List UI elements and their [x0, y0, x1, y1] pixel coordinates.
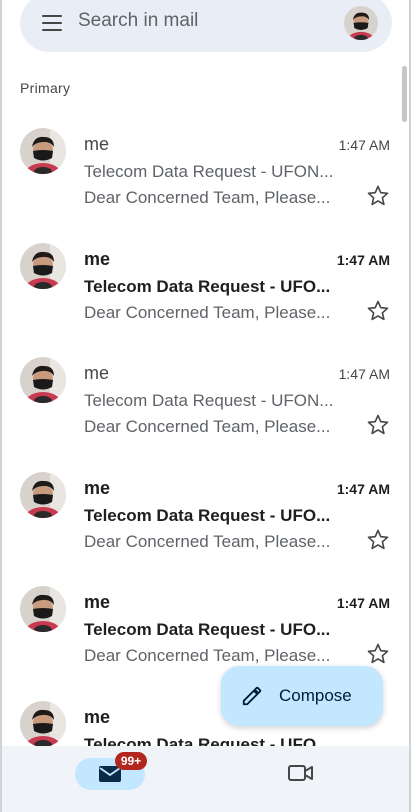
star-icon[interactable] — [366, 413, 390, 437]
section-label-primary: Primary — [20, 80, 71, 96]
sender-avatar[interactable] — [20, 242, 66, 289]
star-icon[interactable] — [366, 642, 390, 666]
email-preview: Dear Concerned Team, Please... — [84, 417, 331, 436]
account-avatar[interactable] — [344, 6, 378, 40]
email-sender: me — [84, 592, 111, 612]
email-sender: me — [84, 363, 110, 383]
star-icon[interactable] — [366, 299, 390, 323]
email-subject: Telecom Data Request - UFO... — [84, 505, 331, 525]
star-icon[interactable] — [366, 184, 390, 208]
email-preview: Dear Concerned Team, Please... — [84, 646, 331, 665]
mail-icon — [99, 766, 121, 782]
scrollbar[interactable] — [402, 66, 407, 122]
gmail-inbox-screen: Search in mail Primary me 1:47 AM Telecom … — [0, 0, 411, 812]
sender-avatar[interactable] — [20, 357, 66, 403]
email-list-item[interactable]: me 1:47 AM Telecom Data Request - UFO... De… — [2, 229, 402, 344]
email-sender: me — [84, 706, 111, 727]
sender-avatar[interactable] — [20, 128, 66, 174]
email-subject: Telecom Data Request - UFO... — [84, 620, 331, 639]
compose-button[interactable]: Compose — [221, 666, 383, 726]
sender-avatar[interactable] — [20, 700, 66, 747]
sender-avatar[interactable] — [20, 586, 66, 632]
search-input[interactable]: Search in mail — [78, 10, 198, 32]
sender-avatar[interactable] — [20, 471, 66, 518]
email-preview: Dear Concerned Team, Please... — [84, 188, 331, 207]
email-preview: Dear Concerned Team, Please... — [84, 531, 331, 551]
star-icon[interactable] — [366, 528, 390, 552]
email-list-item[interactable]: me 1:47 AM Telecom Data Request - UFON... D… — [2, 343, 402, 458]
email-subject: Telecom Data Request - UFON... — [84, 162, 334, 181]
search-bar[interactable]: Search in mail — [20, 0, 392, 52]
pencil-icon — [242, 686, 262, 706]
nav-mail-tab[interactable]: 99+ — [75, 752, 147, 790]
email-list-item[interactable]: me 1:47 AM Telecom Data Request - UFON... D… — [2, 114, 402, 229]
email-time: 1:47 AM — [338, 137, 390, 153]
email-time: 1:47 AM — [338, 366, 390, 382]
unread-count-badge: 99+ — [115, 752, 147, 770]
bottom-navigation: 99+ — [2, 746, 409, 812]
email-sender: me — [84, 477, 111, 498]
email-time: 1:47 AM — [336, 595, 390, 611]
menu-icon[interactable] — [42, 15, 62, 31]
email-sender: me — [84, 134, 110, 154]
compose-label: Compose — [279, 686, 352, 705]
email-subject: Telecom Data Request - UFON... — [84, 391, 334, 410]
video-icon[interactable] — [287, 762, 315, 784]
email-subject: Telecom Data Request - UFO... — [84, 276, 331, 296]
email-preview: Dear Concerned Team, Please... — [84, 302, 331, 322]
email-time: 1:47 AM — [336, 480, 390, 497]
email-list-item[interactable]: me 1:47 AM Telecom Data Request - UFO... De… — [2, 458, 402, 573]
email-time: 1:47 AM — [336, 251, 390, 268]
email-sender: me — [84, 248, 111, 269]
